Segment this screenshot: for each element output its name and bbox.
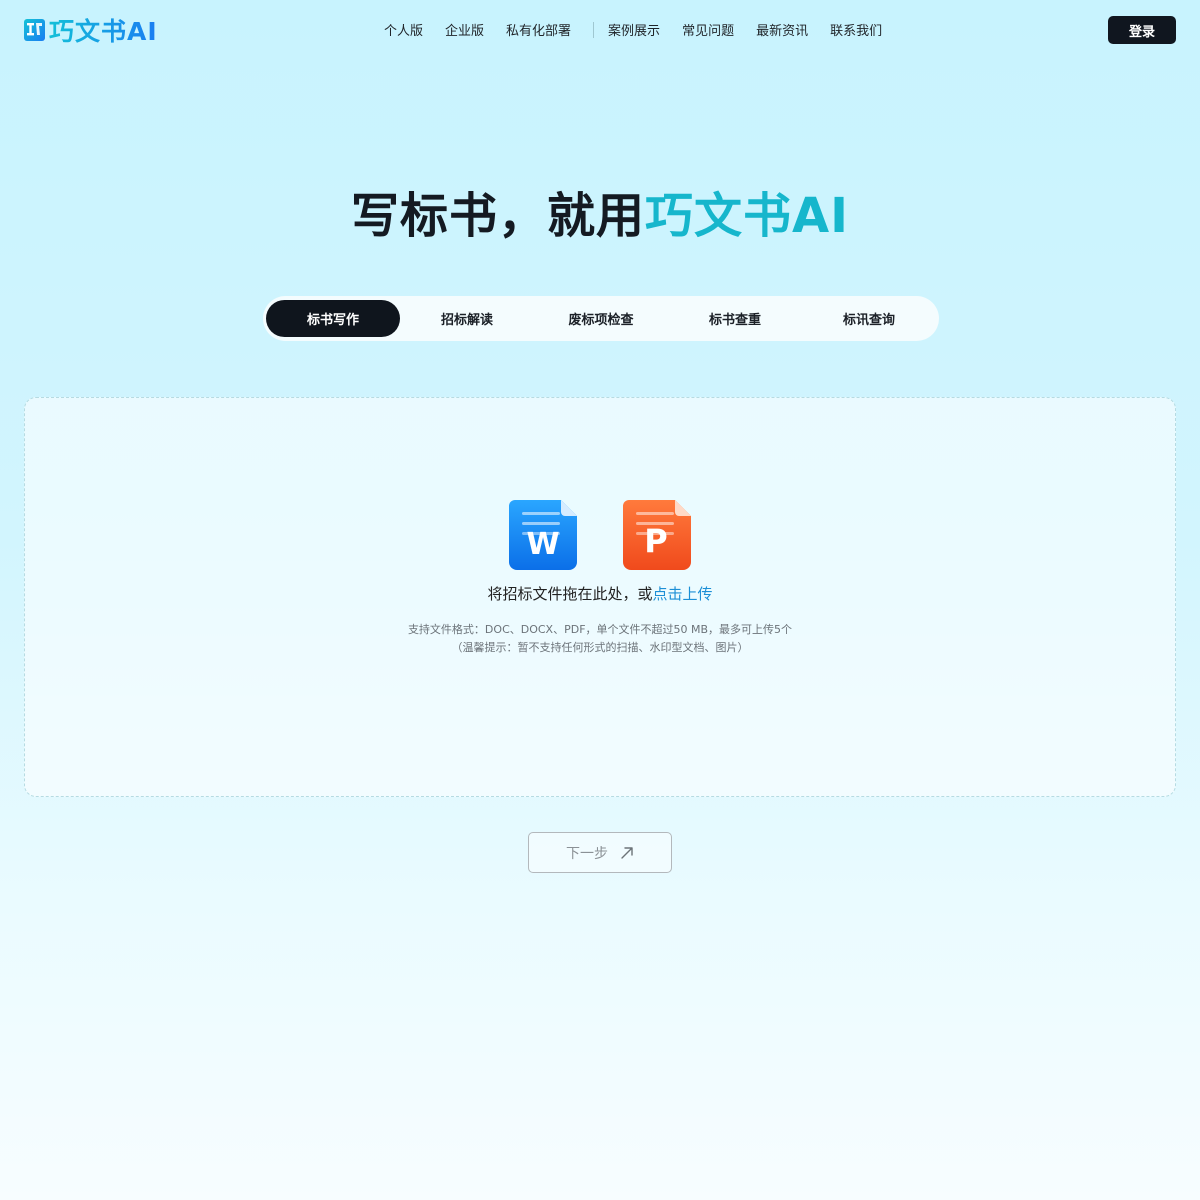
upload-instruction: 将招标文件拖在此处，或点击上传 bbox=[25, 583, 1175, 604]
tab-tender-search[interactable]: 标讯查询 bbox=[802, 300, 936, 337]
header: 巧文书AI 个人版 企业版 私有化部署 案例展示 常见问题 最新资讯 联系我们 … bbox=[0, 0, 1200, 60]
upload-instruction-text: 将招标文件拖在此处，或 bbox=[487, 585, 653, 603]
nav-item-cases[interactable]: 案例展示 bbox=[608, 20, 660, 39]
upload-dropzone[interactable]: W P 将招标文件拖在此处，或点击上传 支持文件格式：DOC、DOCX、PDF，… bbox=[24, 397, 1176, 797]
upload-link[interactable]: 点击上传 bbox=[653, 585, 713, 603]
logo-mark-icon bbox=[24, 18, 46, 42]
word-file-icon: W bbox=[509, 500, 577, 570]
arrow-up-right-icon bbox=[621, 846, 633, 859]
nav-item-faq[interactable]: 常见问题 bbox=[682, 20, 734, 39]
tab-duplicate-check[interactable]: 标书查重 bbox=[668, 300, 802, 337]
upload-format-hint: 支持文件格式：DOC、DOCX、PDF，单个文件不超过50 MB，最多可上传5个 bbox=[407, 623, 793, 636]
nav-item-contact[interactable]: 联系我们 bbox=[830, 20, 882, 39]
next-step-label: 下一步 bbox=[566, 845, 608, 862]
tab-disqualification-check[interactable]: 废标项检查 bbox=[534, 300, 668, 337]
nav-divider bbox=[593, 21, 595, 38]
tab-bid-writing[interactable]: 标书写作 bbox=[266, 300, 400, 337]
feature-tabs: 标书写作 招标解读 废标项检查 标书查重 标讯查询 bbox=[263, 296, 939, 341]
hero-title-prefix: 写标书，就用 bbox=[350, 188, 645, 244]
logo-text: 巧文书AI bbox=[49, 12, 158, 48]
hero-title-highlight: 巧文书AI bbox=[645, 188, 850, 244]
nav-item-news[interactable]: 最新资讯 bbox=[756, 20, 808, 39]
upload-warning-hint: （温馨提示：暂不支持任何形式的扫描、水印型文档、图片） bbox=[451, 641, 749, 654]
top-nav: 个人版 企业版 私有化部署 案例展示 常见问题 最新资讯 联系我们 bbox=[384, 20, 904, 39]
login-button[interactable]: 登录 bbox=[1108, 16, 1176, 44]
nav-item-enterprise[interactable]: 企业版 bbox=[445, 20, 484, 39]
hero-title: 写标书，就用巧文书AI bbox=[0, 184, 1200, 248]
logo[interactable]: 巧文书AI bbox=[24, 12, 158, 48]
nav-item-personal[interactable]: 个人版 bbox=[384, 20, 423, 39]
word-file-letter: W bbox=[526, 527, 559, 562]
next-step-button[interactable]: 下一步 bbox=[528, 832, 672, 873]
pdf-file-letter: P bbox=[644, 522, 667, 560]
tab-tender-analysis[interactable]: 招标解读 bbox=[400, 300, 534, 337]
nav-item-private-deploy[interactable]: 私有化部署 bbox=[506, 20, 571, 39]
pdf-file-icon: P bbox=[623, 500, 691, 570]
